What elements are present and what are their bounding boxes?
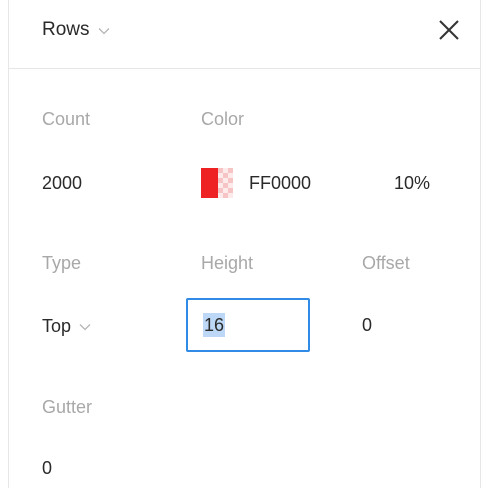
type-dropdown[interactable]: Top xyxy=(42,312,91,340)
height-value-selected: 16 xyxy=(203,313,226,337)
color-label: Color xyxy=(201,109,245,129)
header-divider xyxy=(9,68,480,69)
color-opacity-input[interactable]: 10% xyxy=(394,173,430,194)
panel-left-border xyxy=(8,0,9,488)
gutter-label: Gutter xyxy=(42,397,93,417)
type-label: Type xyxy=(42,253,82,273)
count-input[interactable]: 2000 xyxy=(42,173,82,194)
gutter-input[interactable]: 0 xyxy=(42,458,52,479)
color-swatch[interactable] xyxy=(201,168,233,198)
layout-type-dropdown[interactable]: Rows xyxy=(42,16,110,44)
count-label: Count xyxy=(42,109,91,129)
color-hex-input[interactable]: FF0000 xyxy=(249,173,311,194)
type-value: Top xyxy=(42,315,72,336)
height-label: Height xyxy=(201,253,254,273)
panel-title: Rows xyxy=(42,19,90,40)
height-input[interactable]: 16 xyxy=(186,298,310,352)
offset-input[interactable]: 0 xyxy=(362,315,372,336)
panel-right-border xyxy=(480,0,481,488)
offset-label: Offset xyxy=(362,253,410,273)
chevron-down-icon xyxy=(79,324,91,331)
chevron-down-icon xyxy=(98,28,109,35)
rows-settings-panel: Rows Count Color 2000 FF0000 10% Type He… xyxy=(0,0,486,488)
close-icon[interactable] xyxy=(436,17,462,43)
